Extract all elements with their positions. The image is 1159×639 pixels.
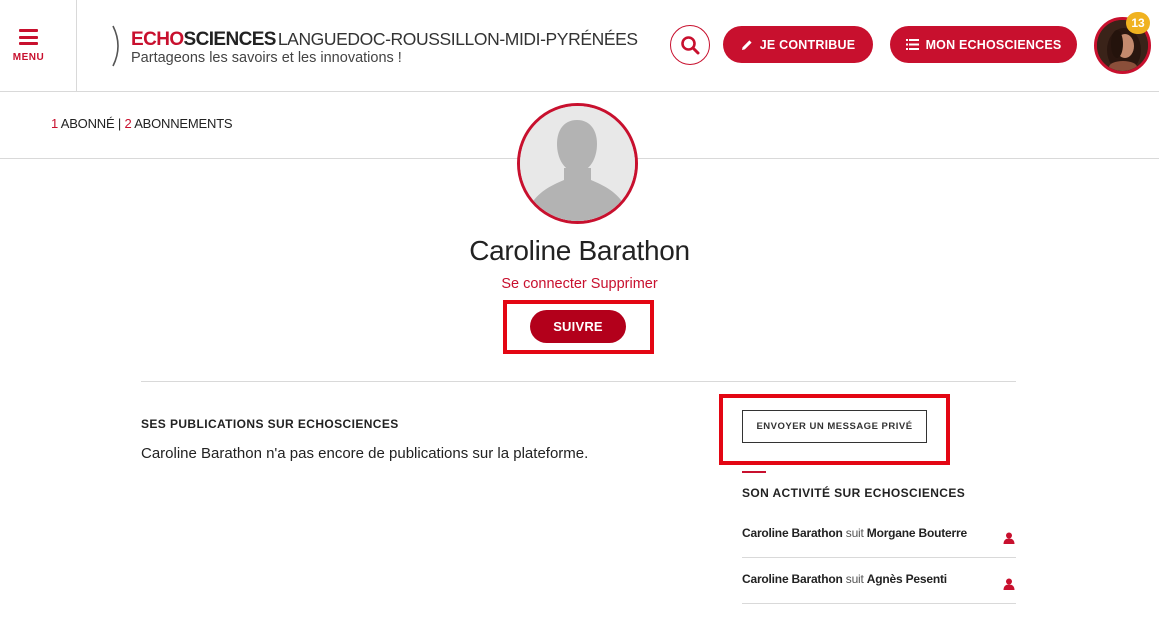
brand-name: ECHOSCIENCES LANGUEDOC-ROUSSILLON-MIDI-PY… — [131, 29, 638, 50]
activity-target-link[interactable]: Agnès Pesenti — [867, 572, 947, 586]
activity-actor-link[interactable]: Caroline Barathon — [742, 526, 843, 540]
profile-picture — [517, 103, 638, 224]
followers-link[interactable]: 1 ABONNÉ — [51, 116, 115, 131]
profile-actions: Se connecter Supprimer — [0, 276, 1159, 292]
activity-item: Caroline Barathon suit Agnès Pesenti — [742, 558, 1016, 604]
activity-accent-line — [742, 471, 766, 473]
section-divider — [141, 381, 1016, 382]
my-echosciences-button[interactable]: MON ECHOSCIENCES — [890, 26, 1077, 63]
activity-item: Caroline Barathon suit Morgane Bouterre — [742, 512, 1016, 558]
following-link[interactable]: 2 ABONNEMENTS — [124, 116, 232, 131]
publications-title: SES PUBLICATIONS SUR ECHOSCIENCES — [141, 417, 399, 431]
pencil-icon — [741, 39, 752, 50]
site-header: MENU ECHOSCIENCES LANGUEDOC-ROUSSILLON-MI… — [0, 0, 1159, 92]
subscriptions-summary: 1 ABONNÉ | 2 ABONNEMENTS — [51, 116, 233, 131]
publications-empty-text: Caroline Barathon n'a pas encore de publ… — [141, 445, 589, 462]
following-label: ABONNEMENTS — [134, 116, 233, 131]
user-icon — [1003, 578, 1015, 590]
contribute-button[interactable]: JE CONTRIBUE — [723, 26, 873, 63]
activity-text: Caroline Barathon suit Agnès Pesenti — [742, 572, 947, 586]
menu-button[interactable]: MENU — [0, 0, 77, 92]
default-user-silhouette-icon — [520, 106, 635, 221]
activity-text: Caroline Barathon suit Morgane Bouterre — [742, 526, 967, 540]
connect-link[interactable]: Se connecter — [501, 276, 586, 292]
list-icon — [905, 39, 919, 50]
private-message-button[interactable]: ENVOYER UN MESSAGE PRIVÉ — [742, 410, 927, 443]
hamburger-icon — [19, 29, 38, 45]
site-tagline: Partageons les savoirs et les innovation… — [131, 50, 402, 66]
activity-verb: suit — [845, 572, 864, 586]
user-icon — [1003, 532, 1015, 544]
activity-actor-link[interactable]: Caroline Barathon — [742, 572, 843, 586]
brand-echo: ECHO — [131, 29, 184, 50]
brand-sciences: SCIENCES — [183, 29, 277, 50]
profile-name: Caroline Barathon — [469, 235, 690, 266]
search-button[interactable] — [670, 25, 710, 65]
brand-region: LANGUEDOC-ROUSSILLON-MIDI-PYRÉNÉES — [277, 29, 638, 49]
subscriptions-separator: | — [117, 116, 122, 131]
followers-label: ABONNÉ — [60, 116, 115, 131]
menu-label: MENU — [12, 52, 45, 63]
my-echosciences-label: MON ECHOSCIENCES — [925, 37, 1062, 52]
activity-title: SON ACTIVITÉ SUR ECHOSCIENCES — [742, 486, 966, 500]
delete-link[interactable]: Supprimer — [591, 276, 658, 292]
activity-verb: suit — [845, 526, 864, 540]
follow-button[interactable]: SUIVRE — [530, 310, 626, 343]
logo-bracket-icon — [112, 25, 119, 67]
followers-count: 1 — [51, 116, 59, 131]
activity-target-link[interactable]: Morgane Bouterre — [867, 526, 967, 540]
notification-badge[interactable]: 13 — [1126, 12, 1150, 34]
following-count: 2 — [124, 116, 132, 131]
contribute-label: JE CONTRIBUE — [759, 37, 856, 52]
search-icon — [681, 36, 700, 55]
